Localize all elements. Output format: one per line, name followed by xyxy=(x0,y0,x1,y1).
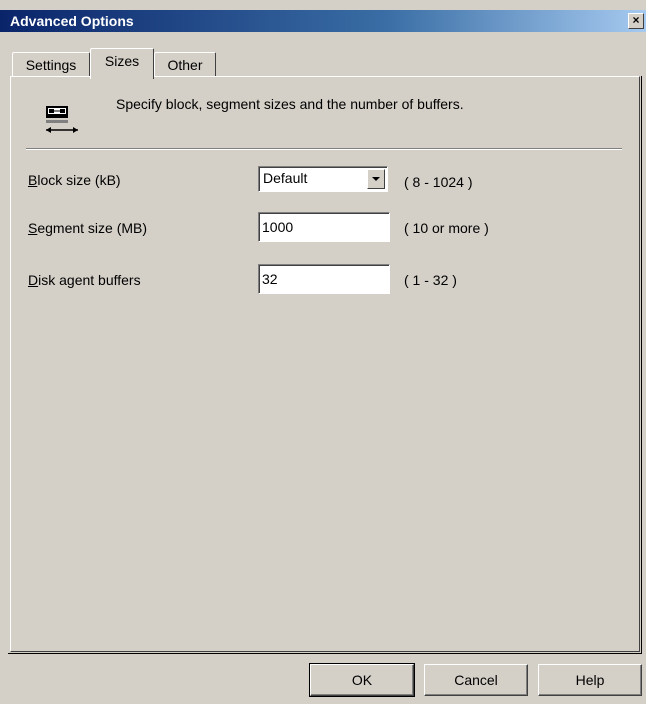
block-size-select[interactable]: Default xyxy=(258,166,388,192)
advanced-options-dialog: Advanced Options × Settings Sizes Other … xyxy=(0,0,646,704)
ok-button[interactable]: OK xyxy=(309,663,415,697)
header-description: Specify block, segment sizes and the num… xyxy=(116,96,464,112)
tab-other[interactable]: Other xyxy=(154,52,216,77)
tab-settings[interactable]: Settings xyxy=(12,52,90,77)
help-button[interactable]: Help xyxy=(538,664,642,696)
block-size-label-mnemonic: B xyxy=(28,172,38,188)
segment-size-label-mnemonic: S xyxy=(28,220,38,236)
disk-agent-buffers-range: ( 1 - 32 ) xyxy=(404,272,457,288)
segment-size-input[interactable] xyxy=(258,212,390,242)
disk-agent-buffers-label-mnemonic: D xyxy=(28,272,39,288)
segment-size-range: ( 10 or more ) xyxy=(404,220,489,236)
disk-agent-buffers-input[interactable] xyxy=(258,264,390,294)
sizes-tab-panel xyxy=(10,76,640,652)
tab-label: Sizes xyxy=(104,53,140,69)
block-size-range: ( 8 - 1024 ) xyxy=(404,174,473,190)
title-bar[interactable]: Advanced Options × xyxy=(0,10,646,32)
separator xyxy=(26,148,622,150)
chevron-down-icon[interactable] xyxy=(367,169,385,189)
disk-agent-buffers-label: Disk agent buffers xyxy=(28,272,141,288)
window-title: Advanced Options xyxy=(10,13,134,29)
tab-sizes[interactable]: Sizes xyxy=(90,48,154,79)
tab-label: Other xyxy=(167,57,203,73)
segment-size-label: Segment size (MB) xyxy=(28,220,147,236)
block-size-label: Block size (kB) xyxy=(28,172,121,188)
segment-size-label-rest: egment size (MB) xyxy=(37,220,148,236)
block-size-label-rest: lock size (kB) xyxy=(37,172,121,188)
tab-label: Settings xyxy=(25,57,77,73)
close-icon[interactable]: × xyxy=(628,13,644,29)
block-size-value: Default xyxy=(263,170,308,186)
cancel-button[interactable]: Cancel xyxy=(424,664,528,696)
disk-agent-buffers-label-rest: isk agent buffers xyxy=(38,272,141,288)
tape-cartridge-icon xyxy=(38,96,84,136)
